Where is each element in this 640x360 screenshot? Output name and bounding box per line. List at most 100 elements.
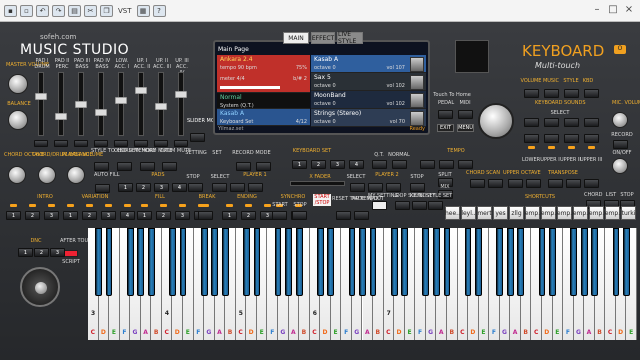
joystick-nub[interactable] (35, 282, 47, 294)
mic-record-button[interactable] (613, 140, 628, 149)
kbd-set-slot[interactable]: Kasab A Keyboard Set 4/12 (217, 109, 310, 126)
sound-slot[interactable]: Kasab A octave 0 vol 107 (311, 55, 426, 73)
style-button[interactable]: 1 (222, 211, 237, 220)
copy-icon[interactable]: ❐ (100, 4, 113, 17)
sound-slot[interactable]: MoonBand octave 0 vol 102 (311, 91, 426, 109)
style-slot[interactable]: Ankara 2.4 tempo 90 bpm 75% meter 4/4 b/# … (217, 55, 310, 93)
fader-button[interactable] (174, 140, 188, 147)
keyboard-set-button[interactable]: 2 (311, 160, 326, 169)
fader-button[interactable] (154, 140, 168, 147)
style-button[interactable]: 3 (175, 211, 190, 220)
chord-memory-button[interactable] (117, 162, 132, 171)
fader-button[interactable] (134, 140, 148, 147)
cut-icon[interactable]: ✂ (84, 4, 97, 17)
dnc-button[interactable]: 2 (34, 248, 49, 257)
fader-track[interactable] (135, 72, 147, 136)
pad-button[interactable]: 1 (118, 183, 133, 192)
player2-button[interactable] (386, 183, 401, 192)
data-dial[interactable] (478, 103, 514, 139)
fader-track[interactable] (55, 72, 67, 136)
black-key[interactable] (211, 228, 219, 296)
shortcut-key[interactable]: emp. (589, 206, 604, 220)
sound-button[interactable] (544, 134, 559, 143)
shortcut-key[interactable]: emp. (557, 206, 572, 220)
style-button[interactable] (198, 211, 213, 220)
black-key[interactable] (623, 228, 630, 296)
chord-scan-button[interactable] (488, 179, 503, 188)
black-key[interactable] (221, 228, 229, 296)
black-key[interactable] (517, 228, 525, 296)
black-key[interactable] (549, 228, 556, 296)
fader-button[interactable] (114, 140, 128, 147)
pad-button[interactable]: 2 (136, 183, 151, 192)
fader-button[interactable] (74, 140, 88, 147)
display-tab[interactable]: EFFECT (311, 32, 335, 44)
shortcut-key[interactable]: hee.. (445, 206, 460, 220)
style-button[interactable]: 2 (156, 211, 171, 220)
keyboard-set-button[interactable]: 3 (330, 160, 345, 169)
style-kbd-button[interactable] (94, 162, 109, 171)
fader-track[interactable] (35, 72, 47, 136)
shortcut-key[interactable]: emp. (605, 206, 620, 220)
normal-button[interactable] (392, 160, 407, 169)
player1-button[interactable] (212, 183, 227, 192)
keyb-set-button[interactable] (412, 201, 427, 210)
fader-cap[interactable] (75, 101, 87, 108)
shortcut-key[interactable]: emp. (573, 206, 588, 220)
close-icon[interactable]: × (622, 2, 636, 16)
joystick[interactable] (20, 267, 60, 307)
sound-select-button[interactable] (544, 118, 559, 127)
shortcut-key[interactable]: turki (621, 206, 636, 220)
black-key[interactable] (200, 228, 208, 296)
redo-icon[interactable]: ↷ (52, 4, 65, 17)
black-key[interactable] (538, 228, 546, 296)
qt-button[interactable] (372, 160, 387, 169)
sound-select-button[interactable] (564, 118, 579, 127)
auto-fill-button[interactable] (95, 184, 110, 193)
fader-button[interactable] (34, 140, 48, 147)
fader-cap[interactable] (115, 97, 127, 104)
exit-button[interactable]: EXIT (437, 124, 454, 132)
shortcut-key[interactable]: mert (477, 206, 492, 220)
fx-button[interactable] (524, 89, 539, 98)
tempo-button[interactable] (439, 160, 454, 169)
black-key[interactable] (253, 228, 261, 296)
fader-track[interactable] (175, 72, 187, 136)
help-icon[interactable]: ? (152, 4, 166, 17)
black-key[interactable] (242, 228, 250, 296)
chord-mute-button[interactable] (140, 162, 155, 171)
black-key[interactable] (169, 228, 176, 296)
fader-cap[interactable] (35, 93, 47, 100)
fader-button[interactable] (54, 140, 68, 147)
style-button[interactable]: 4 (120, 211, 135, 220)
open-icon[interactable]: ▫ (20, 4, 33, 17)
touch-pad[interactable] (455, 40, 489, 73)
fx-button[interactable] (544, 89, 559, 98)
black-key[interactable] (570, 228, 578, 296)
style-button[interactable]: 1 (6, 211, 21, 220)
player2-button[interactable] (368, 183, 383, 192)
player2-button[interactable] (350, 183, 365, 192)
black-key[interactable] (327, 228, 335, 296)
fx-button[interactable] (584, 89, 599, 98)
shortcut-key[interactable]: leyl.. (461, 206, 476, 220)
fade-button[interactable] (354, 211, 369, 220)
black-key[interactable] (105, 228, 113, 296)
black-key[interactable] (126, 228, 134, 296)
start-stop-button[interactable]: START /STOP (312, 193, 332, 207)
style-button[interactable]: 1 (137, 211, 152, 220)
midi-button[interactable] (458, 110, 473, 119)
fader-cap[interactable] (135, 87, 147, 94)
x-fader[interactable] (290, 181, 345, 186)
upper-octave-button[interactable] (526, 179, 541, 188)
black-key[interactable] (390, 228, 398, 296)
stop-button[interactable] (292, 211, 307, 220)
player1-button[interactable] (230, 183, 245, 192)
black-key[interactable] (401, 228, 409, 296)
fader-track[interactable] (115, 72, 127, 136)
tempo-button[interactable] (458, 160, 473, 169)
style-button[interactable]: 1 (63, 211, 78, 220)
mic-on-off-knob[interactable] (612, 158, 628, 174)
keyboard-set-button[interactable]: 1 (292, 160, 307, 169)
player2-stop-button[interactable] (410, 183, 425, 192)
